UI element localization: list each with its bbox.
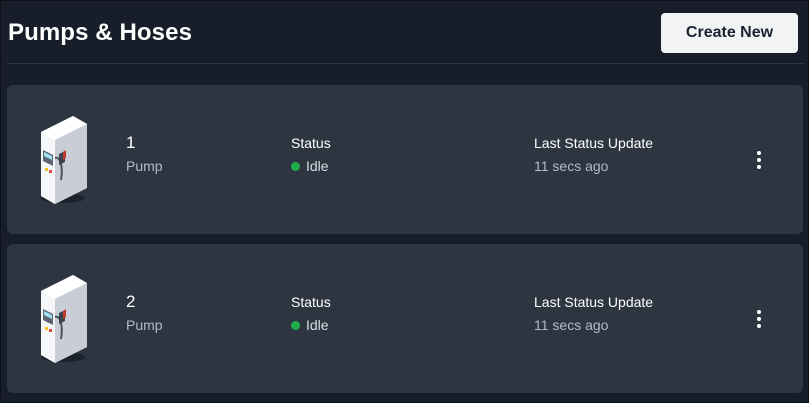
create-new-button[interactable]: Create New bbox=[661, 13, 798, 53]
pump-number: 2 bbox=[126, 292, 136, 311]
more-vertical-icon bbox=[757, 151, 761, 155]
fuel-pump-icon bbox=[41, 275, 87, 363]
status-dot-icon bbox=[291, 320, 300, 330]
app-frame: Pumps & Hoses Create New 1 Pump Status I… bbox=[0, 0, 809, 403]
status-dot-icon bbox=[291, 161, 300, 171]
more-vertical-icon bbox=[757, 310, 761, 314]
pump-type: Pump bbox=[126, 158, 163, 174]
fuel-pump-icon bbox=[41, 116, 87, 204]
header-divider bbox=[7, 63, 804, 64]
last-update-label: Last Status Update bbox=[534, 135, 654, 151]
status-value: Idle bbox=[291, 158, 329, 174]
status-label: Status bbox=[291, 294, 331, 310]
status-text: Idle bbox=[306, 158, 329, 174]
last-update-value: 11 secs ago bbox=[534, 317, 609, 333]
last-update-label: Last Status Update bbox=[534, 294, 654, 310]
status-value: Idle bbox=[291, 317, 329, 333]
page-header: Pumps & Hoses Create New bbox=[1, 1, 809, 64]
pump-card[interactable]: 2 Pump Status Idle Last Status Update 11… bbox=[7, 244, 803, 393]
more-options-button[interactable] bbox=[749, 147, 769, 173]
pump-card[interactable]: 1 Pump Status Idle Last Status Update 11… bbox=[7, 85, 803, 234]
status-text: Idle bbox=[306, 317, 329, 333]
pump-type: Pump bbox=[126, 317, 163, 333]
more-options-button[interactable] bbox=[749, 306, 769, 332]
pump-number: 1 bbox=[126, 133, 136, 152]
last-update-value: 11 secs ago bbox=[534, 158, 609, 174]
status-label: Status bbox=[291, 135, 331, 151]
page-title: Pumps & Hoses bbox=[8, 19, 193, 46]
